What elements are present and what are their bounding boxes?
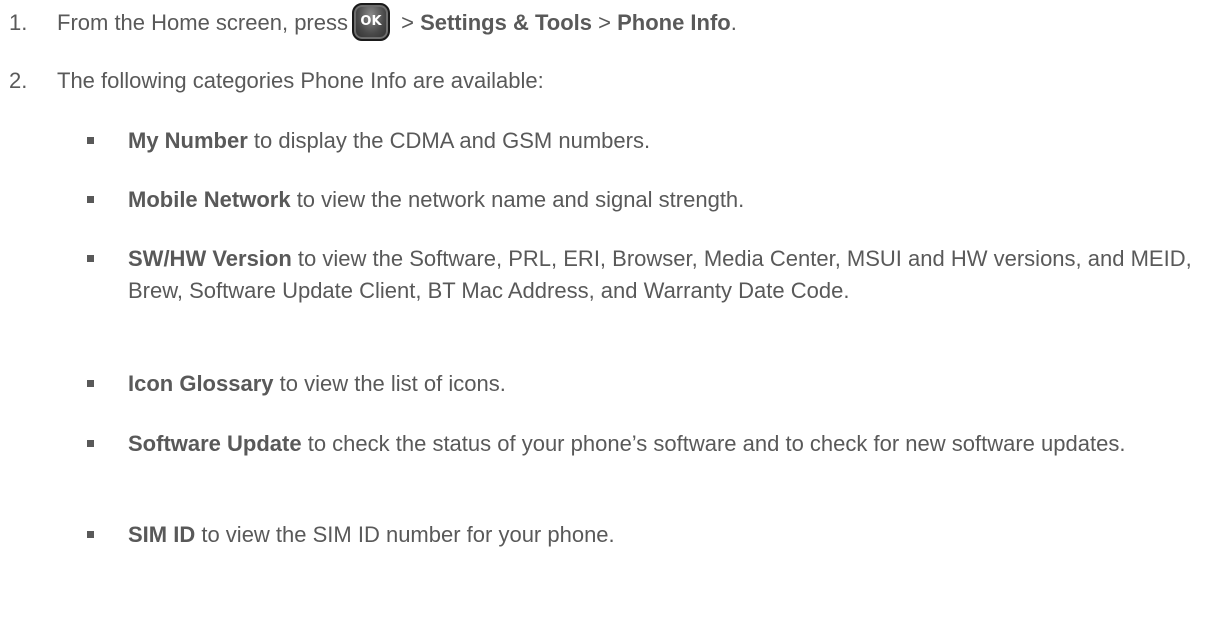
step-suffix: . [730, 10, 737, 35]
bullet-desc: to view the list of icons. [273, 371, 506, 396]
bullet-term: My Number [128, 128, 248, 153]
step-prefix: From the Home screen, press [57, 10, 348, 35]
bullet-text: Icon Glossary to view the list of icons. [128, 368, 1198, 400]
bullet-icon [87, 531, 94, 538]
bullet-text: My Number to display the CDMA and GSM nu… [128, 125, 1198, 157]
bullet-desc: to view the network name and signal stre… [290, 187, 745, 212]
step-number: 2. [9, 68, 28, 93]
bullet-term: SIM ID [128, 522, 196, 547]
bullet-icon [87, 380, 94, 387]
bullet-text: Software Update to check the status of y… [128, 428, 1178, 460]
step-text: The following categories Phone Info are … [57, 68, 544, 93]
ok-key-icon: OK [351, 3, 390, 42]
bullet-icon [87, 255, 94, 262]
bullet-icon [87, 196, 94, 203]
bullet-term: Software Update [128, 431, 302, 456]
step-number: 1. [9, 10, 28, 35]
bullet-term: SW/HW Version [128, 246, 292, 271]
bullet-desc: to display the CDMA and GSM numbers. [247, 128, 651, 153]
bullet-text: SIM ID to view the SIM ID number for you… [128, 519, 1198, 551]
bullet-text: Mobile Network to view the network name … [128, 184, 1198, 216]
bullet-term: Icon Glossary [128, 371, 274, 396]
bullet-icon [87, 137, 94, 144]
bullet-desc: to view the SIM ID number for your phone… [195, 522, 615, 547]
bullet-term: Mobile Network [128, 187, 291, 212]
bullet-icon [87, 440, 94, 447]
path-separator: > [394, 10, 421, 35]
path-separator: > [592, 10, 618, 35]
path-phone-info: Phone Info [617, 10, 731, 35]
path-settings-tools: Settings & Tools [420, 10, 592, 35]
bullet-text: SW/HW Version to view the Software, PRL,… [128, 243, 1198, 307]
bullet-desc: to check the status of your phone’s soft… [301, 431, 1126, 456]
step-text: From the Home screen, press OK > Settings… [57, 3, 737, 42]
